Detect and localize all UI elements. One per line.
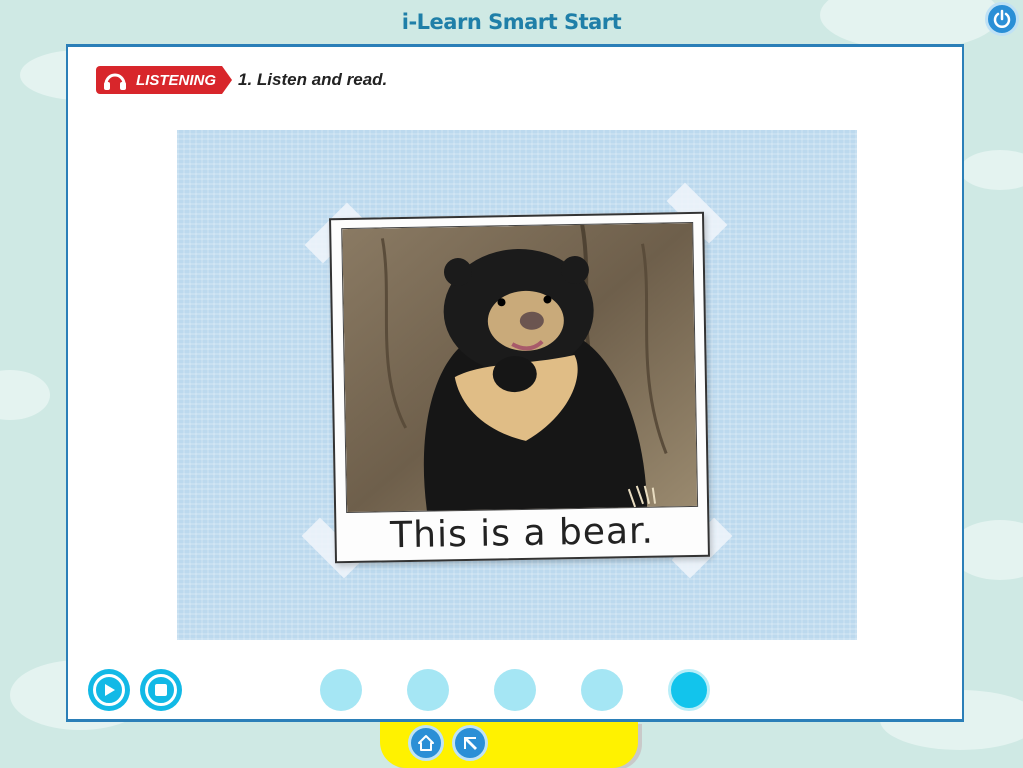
story-scene: This is a bear.	[177, 130, 857, 640]
bear-photo	[341, 221, 699, 514]
instruction-text: 1. Listen and read.	[238, 70, 388, 89]
page-dot-2[interactable]	[407, 669, 449, 711]
page-dot-5-active[interactable]	[668, 669, 710, 711]
play-button[interactable]	[88, 669, 130, 711]
back-button[interactable]	[452, 725, 488, 761]
photo-caption: This is a bear.	[389, 510, 655, 557]
headphones-icon	[102, 69, 128, 91]
page-dot-3[interactable]	[494, 669, 536, 711]
home-button[interactable]	[408, 725, 444, 761]
home-icon	[418, 735, 434, 751]
bottom-nav-bar	[380, 722, 638, 768]
back-arrow-icon	[464, 737, 477, 750]
power-icon	[993, 9, 1011, 28]
play-icon	[105, 684, 115, 696]
photo-card: This is a bear.	[329, 211, 710, 564]
badge-label: LISTENING	[136, 71, 217, 89]
power-button[interactable]	[985, 2, 1019, 36]
background-cloud	[0, 370, 50, 420]
listening-badge: LISTENING	[96, 66, 232, 94]
stop-button[interactable]	[140, 669, 182, 711]
activity-panel: LISTENING 1. Listen and read. This is a …	[66, 44, 964, 722]
page-dot-1[interactable]	[320, 669, 362, 711]
stop-icon	[155, 684, 167, 696]
page-dot-4[interactable]	[581, 669, 623, 711]
activity-header: LISTENING 1. Listen and read.	[96, 65, 387, 95]
app-title: i-Learn Smart Start	[401, 10, 622, 34]
background-cloud	[960, 150, 1023, 190]
audio-controls	[88, 669, 938, 713]
